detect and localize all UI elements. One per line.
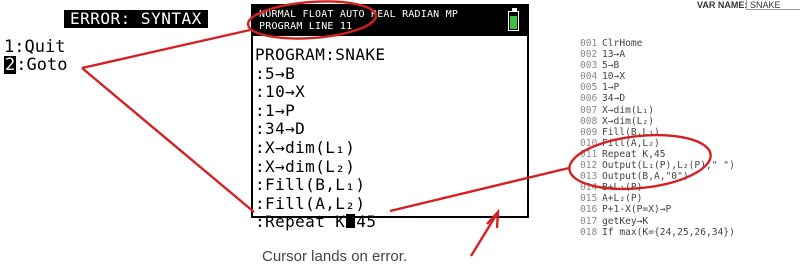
listing-row: 005 1→P: [580, 82, 800, 93]
line-code: Output(L₁(P),L₂(P)," "): [602, 160, 735, 172]
line-number: 016: [580, 204, 598, 216]
line-code: 1→P: [602, 82, 620, 94]
line-code: 5→B: [602, 60, 620, 72]
menu-item-goto[interactable]: 2:Goto: [4, 56, 67, 74]
line-number: 010: [580, 137, 598, 149]
listing-row: 008 X→dim(L₂): [580, 116, 800, 127]
line-number: 001: [580, 38, 598, 49]
listing-row: 014 B+L₁(P): [580, 182, 800, 193]
listing-row: 009 Fill(B,L₁): [580, 127, 800, 138]
line-code: X→dim(L₂): [602, 115, 654, 127]
line-code: Fill(B,L₁): [602, 126, 660, 138]
line-code: Output(B,A,"0"): [602, 171, 689, 183]
listing-row: 013 Output(B,A,"0"): [580, 171, 800, 182]
battery-fill: [510, 16, 517, 29]
line-number: 004: [580, 71, 598, 83]
line-code: If max(K={24,25,26,34}): [602, 226, 735, 238]
line-number: 011: [580, 148, 598, 160]
line-code: A+L₂(P): [602, 193, 643, 205]
cursor-block: [346, 214, 356, 229]
error-line-text-before: :Repeat K: [255, 212, 346, 232]
program-line: :34→D: [255, 119, 306, 139]
menu-item-number-selected: 2: [4, 55, 17, 75]
line-code: Repeat K,45: [602, 148, 666, 160]
line-code: P+1-X(P=X)→P: [602, 204, 672, 216]
menu-item-quit[interactable]: 1:Quit: [4, 38, 65, 56]
line-code: B+L₁(P): [602, 182, 643, 194]
line-number: 015: [580, 193, 598, 205]
program-line: :X→dim(L₁): [255, 137, 356, 157]
listing-row: 010 Fill(A,L₂): [580, 138, 800, 149]
line-code: X→dim(L₁): [602, 104, 654, 116]
line-number: 002: [580, 49, 598, 61]
listing-row: 012 Output(L₁(P),L₂(P)," "): [580, 160, 800, 171]
program-line: :Fill(A,L₂): [255, 193, 366, 213]
listing-row: 018 If max(K={24,25,26,34}): [580, 227, 800, 238]
program-line: :1→P: [255, 100, 296, 120]
var-name-label: VAR NAME:: [697, 0, 748, 10]
listing-row: 006 34→D: [580, 93, 800, 104]
program-line-error: :Repeat K 45: [255, 213, 385, 232]
error-screen: ERROR: SYNTAX 1:Quit 2:Goto: [0, 0, 215, 90]
line-number: 013: [580, 171, 598, 183]
line-number: 005: [580, 82, 598, 94]
battery-icon: [508, 11, 519, 31]
line-number: 007: [580, 104, 598, 116]
line-number: 009: [580, 126, 598, 138]
program-line: :5→B: [255, 63, 296, 83]
line-code: 10→X: [602, 71, 626, 83]
listing-row: 002 13→A: [580, 49, 800, 60]
line-code: getKey→K: [602, 215, 649, 227]
line-number: 014: [580, 182, 598, 194]
line-code: 13→A: [602, 49, 626, 61]
caption: Cursor lands on error.: [262, 248, 408, 265]
line-number: 008: [580, 115, 598, 127]
line-number: 012: [580, 160, 598, 172]
caption-pointer-line: [469, 211, 500, 257]
calculator-screen: NORMAL FLOAT AUTO REAL RADIAN MP PROGRAM…: [251, 4, 529, 231]
menu-item-label: :Goto: [16, 55, 68, 75]
line-code: Fill(A,L₂): [602, 137, 660, 149]
menu-item-label: :Quit: [14, 37, 66, 57]
program-editor[interactable]: PROGRAM:SNAKE :5→B :10→X :1→P :34→D :X→d…: [255, 45, 386, 232]
listing-row: 004 10→X: [580, 71, 800, 82]
listing-row: 001 ClrHome: [580, 38, 800, 49]
line-code: ClrHome: [602, 38, 643, 49]
line-code: 34→D: [602, 93, 626, 105]
line-number: 003: [580, 60, 598, 72]
line-number: 017: [580, 215, 598, 227]
line-number: 006: [580, 93, 598, 105]
menu-item-number: 1: [4, 37, 15, 57]
line-number: 018: [580, 226, 598, 238]
error-title: ERROR: SYNTAX: [64, 10, 208, 28]
status-mode-text: NORMAL FLOAT AUTO REAL RADIAN MP: [259, 9, 459, 20]
var-name-field[interactable]: SNAKE: [746, 0, 800, 10]
listing-row: 017 getKey→K: [580, 216, 800, 227]
status-bar: NORMAL FLOAT AUTO REAL RADIAN MP PROGRAM…: [253, 6, 527, 36]
listing-row: 015 A+L₂(P): [580, 193, 800, 204]
program-line: :X→dim(L₂): [255, 156, 356, 176]
listing-row: 016 P+1-X(P=X)→P: [580, 204, 800, 215]
program-listing: 001 ClrHome 002 13→A 003 5→B 004 10→X 005 1→P…: [580, 38, 800, 278]
error-line-text-after: 45: [356, 212, 377, 232]
program-line: :Fill(B,L₁): [255, 175, 366, 195]
listing-row-error: 011 Repeat K,45: [580, 149, 800, 160]
listing-row: 007 X→dim(L₁): [580, 105, 800, 116]
status-program-line: PROGRAM LINE 11: [259, 21, 353, 32]
program-name: PROGRAM:SNAKE: [255, 45, 386, 64]
program-line: :10→X: [255, 82, 306, 102]
listing-row: 003 5→B: [580, 60, 800, 71]
